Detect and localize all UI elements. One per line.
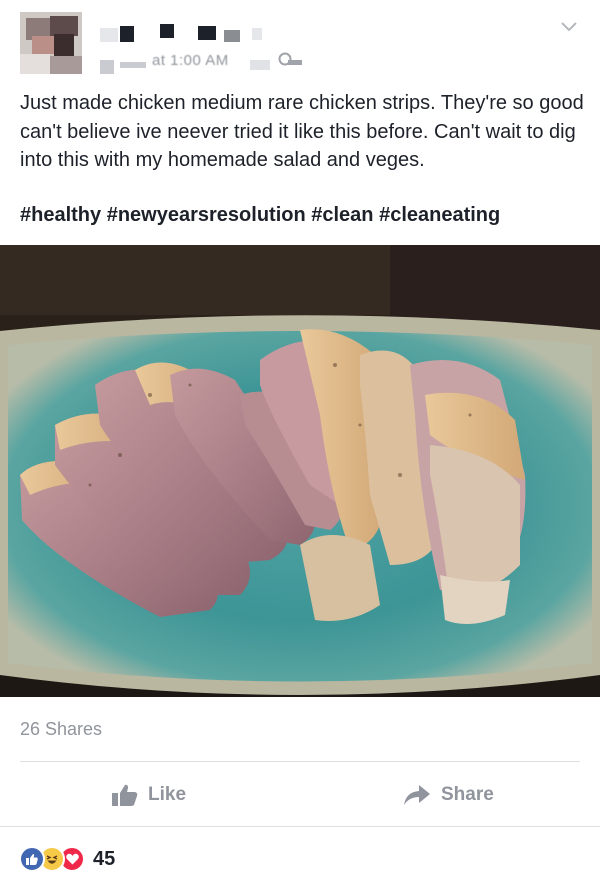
divider [20,761,580,762]
post-header: at 1:00 AM [0,0,600,82]
timestamp-redaction [250,60,270,70]
hashtag-link[interactable]: #newyearsresolution [107,204,306,226]
timestamp-redaction [100,60,114,74]
reaction-count: 45 [93,847,116,870]
globe-icon [278,52,302,66]
post-timestamp[interactable]: at 1:00 AM [152,52,229,69]
like-label: Like [148,784,187,805]
share-count[interactable]: 26 Shares [20,719,102,740]
hashtag-link[interactable]: #cleaneating [379,204,500,226]
divider [0,826,600,827]
chicken-sashimi-photo [0,245,600,697]
post-caption: Just made chicken medium rare chicken st… [20,92,584,171]
thumbs-up-icon [112,784,138,806]
like-button[interactable]: Like [112,778,186,812]
share-label: Share [441,784,494,805]
post-photo[interactable] [0,245,600,697]
share-button[interactable]: Share [403,778,494,812]
timestamp-redaction [120,62,146,68]
author-name-redacted[interactable] [100,24,300,46]
avatar[interactable] [20,12,82,74]
like-reaction-icon [19,846,45,872]
hashtag-line: #healthy #newyearsresolution #clean #cle… [20,201,586,230]
reactions-summary[interactable]: 45 [19,846,115,872]
hashtag-link[interactable]: #clean [311,204,373,226]
hashtag-link[interactable]: #healthy [20,204,101,226]
share-arrow-icon [404,785,430,805]
post-card: at 1:00 AM Just made chicken medium rare… [0,0,600,886]
chevron-down-icon[interactable] [558,16,580,38]
